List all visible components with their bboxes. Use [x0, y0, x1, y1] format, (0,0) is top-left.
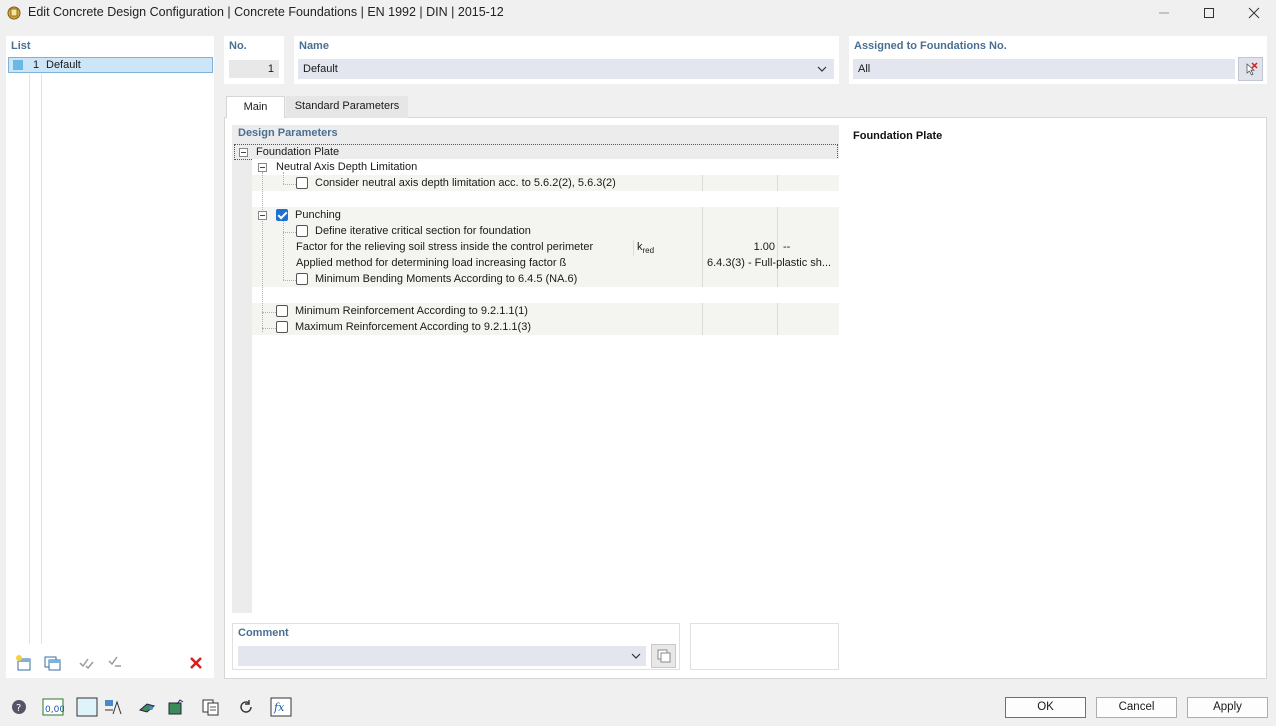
max-reinforcement-checkbox[interactable]	[276, 321, 288, 333]
tree-row-iterative[interactable]: Define iterative critical section for fo…	[252, 224, 702, 240]
tree-row-min-reinforcement[interactable]: Minimum Reinforcement According to 9.2.1…	[252, 304, 702, 320]
tab-main[interactable]: Main	[226, 96, 285, 118]
collapse-icon[interactable]	[239, 148, 248, 157]
tree-row-max-reinforcement[interactable]: Maximum Reinforcement According to 9.2.1…	[252, 320, 702, 336]
tree-root-row[interactable]: Foundation Plate	[234, 144, 838, 160]
tree-row-punching[interactable]: Punching	[252, 208, 702, 224]
formula-icon[interactable]: fx	[269, 696, 293, 718]
info-title: Foundation Plate	[853, 130, 943, 142]
number-panel: No. 1	[224, 36, 284, 84]
method-label: Applied method for determining load incr…	[296, 257, 567, 269]
comment-library-icon[interactable]	[651, 644, 676, 668]
min-bending-checkbox[interactable]	[296, 273, 308, 285]
tab-standard-parameters[interactable]: Standard Parameters	[286, 96, 408, 118]
apply-button[interactable]: Apply	[1187, 697, 1268, 718]
chevron-down-icon	[816, 63, 828, 78]
copy-icon[interactable]	[199, 696, 223, 718]
punching-label: Punching	[295, 209, 341, 221]
name-label: Name	[299, 40, 329, 52]
list-item[interactable]: 1 Default	[8, 57, 213, 73]
column-divider	[777, 175, 778, 191]
window-title: Edit Concrete Design Configuration | Con…	[28, 5, 504, 19]
min-reinforcement-label: Minimum Reinforcement According to 9.2.1…	[295, 305, 528, 317]
reset-icon[interactable]	[234, 696, 258, 718]
comment-panel: Comment	[232, 623, 680, 670]
tree-row-min-bending[interactable]: Minimum Bending Moments According to 6.4…	[252, 272, 702, 288]
assigned-panel: Assigned to Foundations No. All	[849, 36, 1267, 84]
method-value[interactable]: 6.4.3(3) - Full-plastic sh...	[707, 257, 831, 269]
factor-label: Factor for the relieving soil stress ins…	[296, 241, 594, 253]
tree-row-consider-neutral-axis[interactable]: Consider neutral axis depth limitation a…	[252, 176, 702, 192]
iterative-section-label: Define iterative critical section for fo…	[315, 225, 531, 237]
tree-row-factor: Factor for the relieving soil stress ins…	[252, 240, 839, 256]
ok-button[interactable]: OK	[1005, 697, 1086, 718]
column-divider	[702, 303, 703, 335]
help-icon[interactable]: ?	[7, 696, 31, 718]
svg-text:?: ?	[16, 703, 21, 714]
design-parameters-label: Design Parameters	[238, 127, 338, 139]
factor-unit: --	[783, 241, 791, 253]
chevron-down-icon	[630, 650, 642, 665]
punching-checkbox[interactable]	[276, 209, 288, 221]
factor-symbol: kred	[637, 241, 655, 256]
tree-row-neutral-axis[interactable]: Neutral Axis Depth Limitation	[252, 160, 839, 176]
display-icon[interactable]	[101, 696, 125, 718]
name-dropdown[interactable]: Default	[298, 59, 834, 79]
tree-row-method: Applied method for determining load incr…	[252, 256, 839, 272]
min-bending-label: Minimum Bending Moments According to 6.4…	[315, 273, 578, 285]
info-panel: Foundation Plate	[849, 125, 1260, 670]
column-divider	[777, 303, 778, 335]
color-swatch	[13, 60, 23, 70]
check-all-icon[interactable]	[74, 652, 98, 674]
check-icon[interactable]	[164, 696, 188, 718]
new-item-icon[interactable]	[12, 652, 36, 674]
minimize-icon[interactable]	[1141, 0, 1187, 26]
svg-text:0,00: 0,00	[45, 705, 64, 715]
maximize-icon[interactable]	[1186, 0, 1232, 26]
assigned-input[interactable]: All	[853, 59, 1235, 79]
copy-item-icon[interactable]	[40, 652, 64, 674]
list-item-name: Default	[46, 59, 81, 71]
name-value: Default	[303, 63, 338, 75]
max-reinforcement-label: Maximum Reinforcement According to 9.2.1…	[295, 321, 531, 333]
model-icon[interactable]	[135, 696, 159, 718]
comment-side-panel	[690, 623, 839, 670]
iterative-section-checkbox[interactable]	[296, 225, 308, 237]
list-grid-line	[29, 74, 30, 644]
list-grid-line	[41, 74, 42, 644]
number-field: 1	[229, 60, 279, 78]
list-panel: List 1 Default	[6, 36, 214, 678]
column-divider	[702, 175, 703, 191]
consider-neutral-axis-label: Consider neutral axis depth limitation a…	[315, 177, 616, 189]
collapse-icon[interactable]	[258, 211, 267, 220]
cancel-button[interactable]: Cancel	[1096, 697, 1177, 718]
svg-text:fx: fx	[273, 701, 285, 714]
list-label: List	[11, 40, 31, 52]
assigned-label: Assigned to Foundations No.	[854, 40, 1007, 52]
close-icon[interactable]	[1231, 0, 1276, 26]
uncheck-all-icon[interactable]	[103, 652, 127, 674]
units-icon[interactable]: 0,00	[41, 696, 65, 718]
consider-neutral-axis-checkbox[interactable]	[296, 177, 308, 189]
neutral-axis-label: Neutral Axis Depth Limitation	[276, 161, 418, 173]
number-label: No.	[229, 40, 247, 52]
select-in-model-icon[interactable]	[1238, 57, 1263, 81]
list-item-number: 1	[33, 59, 40, 71]
collapse-icon[interactable]	[258, 163, 267, 172]
comment-label: Comment	[238, 627, 289, 639]
tree-root-label: Foundation Plate	[256, 146, 340, 158]
min-reinforcement-checkbox[interactable]	[276, 305, 288, 317]
factor-value[interactable]: 1.00	[703, 241, 775, 253]
comment-dropdown[interactable]	[238, 646, 646, 666]
delete-icon[interactable]	[184, 652, 208, 674]
name-panel: Name Default	[294, 36, 839, 84]
app-icon	[6, 5, 22, 21]
color-icon[interactable]	[75, 696, 99, 718]
